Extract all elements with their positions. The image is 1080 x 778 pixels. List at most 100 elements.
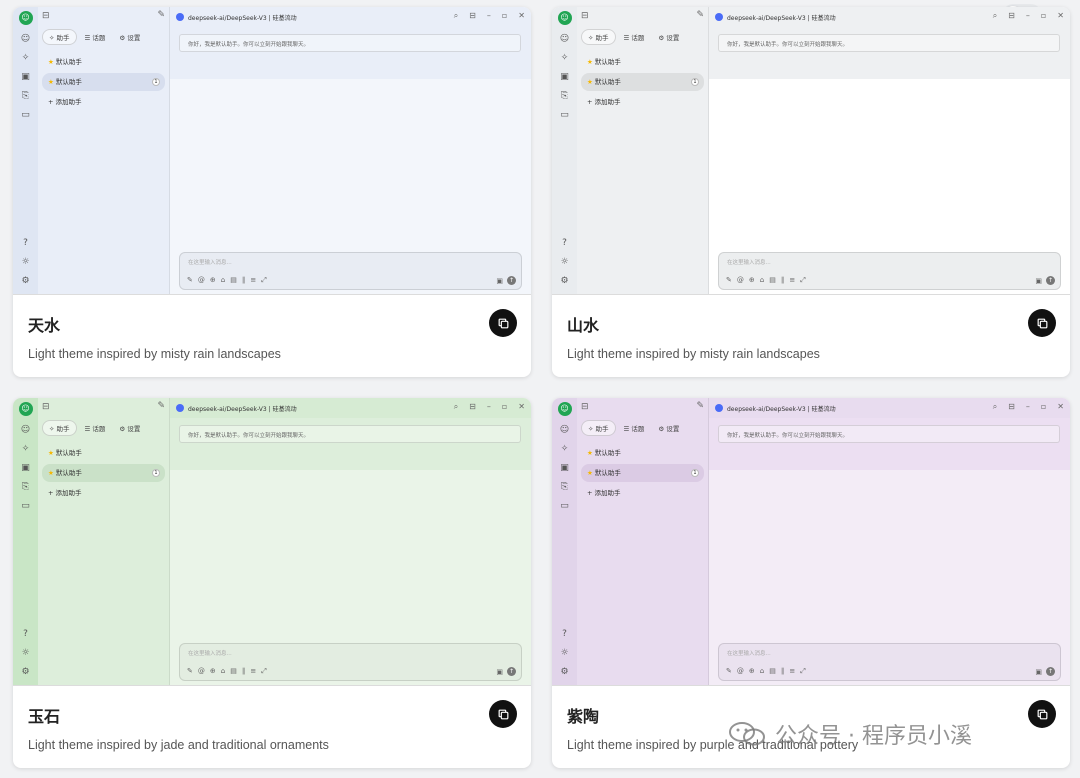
globe-icon[interactable]: ⊕ xyxy=(210,276,221,284)
translate-icon[interactable]: ⎘ xyxy=(13,87,38,106)
mock-tab[interactable]: ✧ 助手 xyxy=(581,420,616,436)
at-icon[interactable]: @ xyxy=(198,276,210,284)
maximize-icon[interactable]: ▫ xyxy=(1041,402,1046,412)
minimize-icon[interactable]: – xyxy=(487,402,491,412)
sparkle-icon[interactable]: ✧ xyxy=(13,440,38,459)
copy-theme-button[interactable] xyxy=(1028,700,1056,728)
copy-theme-button[interactable] xyxy=(489,309,517,337)
send-button[interactable]: ↑ xyxy=(1046,667,1055,676)
assistant-item-selected[interactable]: ★ 默认助手 1 xyxy=(581,464,704,482)
search-icon[interactable]: ⌕ xyxy=(993,402,997,412)
file-icon[interactable]: ▤ xyxy=(230,667,242,675)
mock-tab[interactable]: ☰ 话题 xyxy=(79,30,112,44)
image-upload-icon[interactable]: ▣ xyxy=(1035,277,1042,285)
minimize-icon[interactable]: – xyxy=(487,11,491,21)
copy-theme-button[interactable] xyxy=(1028,309,1056,337)
send-button[interactable]: ↑ xyxy=(507,276,516,285)
message-input[interactable]: 在这里输入消息... ✎@⊕⌂▤∥≡⤢ ▣ ↑ xyxy=(179,252,522,290)
edit-icon[interactable]: ✎ xyxy=(157,10,165,20)
globe-icon[interactable]: ⊕ xyxy=(749,667,760,675)
knowledge-icon[interactable]: ⌂ xyxy=(221,276,230,284)
file-icon[interactable]: ▤ xyxy=(769,276,781,284)
assistant-item[interactable]: ★ 默认助手 xyxy=(581,444,704,462)
add-assistant-button[interactable]: + 添加助手 xyxy=(42,93,165,111)
chat-icon[interactable]: ☺ xyxy=(13,421,38,440)
list-icon[interactable]: ≡ xyxy=(250,276,261,284)
image-upload-icon[interactable]: ▣ xyxy=(496,668,503,676)
image-icon[interactable]: ▣ xyxy=(552,68,577,87)
settings-icon[interactable]: ⚙ xyxy=(552,272,577,291)
maximize-icon[interactable]: ▫ xyxy=(502,402,507,412)
assistant-item[interactable]: ★ 默认助手 xyxy=(581,53,704,71)
file-icon[interactable]: ▤ xyxy=(769,667,781,675)
assistant-item[interactable]: ★ 默认助手 xyxy=(42,53,165,71)
layout-icon[interactable]: ⊟ xyxy=(469,402,476,412)
translate-icon[interactable]: ⎘ xyxy=(552,478,577,497)
file-icon[interactable]: ▤ xyxy=(230,276,242,284)
knowledge-icon[interactable]: ⌂ xyxy=(760,276,769,284)
message-input[interactable]: 在这里输入消息... ✎@⊕⌂▤∥≡⤢ ▣ ↑ xyxy=(718,643,1061,681)
add-assistant-button[interactable]: + 添加助手 xyxy=(581,93,704,111)
model-title[interactable]: deepseek-ai/DeepSeek-V3 | 硅基流动 xyxy=(188,13,297,22)
edit-icon[interactable]: ✎ xyxy=(157,401,165,411)
mock-tab[interactable]: ☰ 话题 xyxy=(618,30,651,44)
expand-icon[interactable]: ⤢ xyxy=(261,667,272,675)
edit-icon[interactable]: ✎ xyxy=(726,276,737,284)
mock-tab[interactable]: ✧ 助手 xyxy=(42,29,77,45)
settings-icon[interactable]: ⚙ xyxy=(552,663,577,682)
list-icon[interactable]: ≡ xyxy=(250,667,261,675)
mock-tab[interactable]: ⚙ 设置 xyxy=(652,421,685,435)
message-input[interactable]: 在这里输入消息... ✎@⊕⌂▤∥≡⤢ ▣ ↑ xyxy=(718,252,1061,290)
at-icon[interactable]: @ xyxy=(737,667,749,675)
edit-icon[interactable]: ✎ xyxy=(187,276,198,284)
close-icon[interactable]: ✕ xyxy=(518,402,525,412)
translate-icon[interactable]: ⎘ xyxy=(13,478,38,497)
search-icon[interactable]: ⌕ xyxy=(993,11,997,21)
help-icon[interactable]: ? xyxy=(552,625,577,644)
minimize-icon[interactable]: – xyxy=(1026,402,1030,412)
knowledge-icon[interactable]: ⌂ xyxy=(760,667,769,675)
mock-tab[interactable]: ✧ 助手 xyxy=(42,420,77,436)
help-icon[interactable]: ? xyxy=(13,625,38,644)
folder-icon[interactable]: ▭ xyxy=(13,497,38,516)
minimize-icon[interactable]: – xyxy=(1026,11,1030,21)
close-icon[interactable]: ✕ xyxy=(1057,402,1064,412)
close-icon[interactable]: ✕ xyxy=(518,11,525,21)
mock-tab[interactable]: ☰ 话题 xyxy=(618,421,651,435)
expand-icon[interactable]: ⤢ xyxy=(800,276,811,284)
edit-icon[interactable]: ✎ xyxy=(696,401,704,411)
sidebar-toggle-icon[interactable]: ⊟ xyxy=(42,402,50,412)
assistant-item-selected[interactable]: ★ 默认助手 1 xyxy=(581,73,704,91)
settings-icon[interactable]: ⚙ xyxy=(13,272,38,291)
layout-icon[interactable]: ⊟ xyxy=(1008,402,1015,412)
sun-icon[interactable]: ☼ xyxy=(552,253,577,272)
copy-theme-button[interactable] xyxy=(489,700,517,728)
folder-icon[interactable]: ▭ xyxy=(13,106,38,125)
list-icon[interactable]: ≡ xyxy=(789,667,800,675)
maximize-icon[interactable]: ▫ xyxy=(1041,11,1046,21)
mock-tab[interactable]: ✧ 助手 xyxy=(581,29,616,45)
settings-icon[interactable]: ⚙ xyxy=(13,663,38,682)
chat-icon[interactable]: ☺ xyxy=(552,30,577,49)
sparkle-icon[interactable]: ✧ xyxy=(552,49,577,68)
folder-icon[interactable]: ▭ xyxy=(552,497,577,516)
edit-icon[interactable]: ✎ xyxy=(696,10,704,20)
at-icon[interactable]: @ xyxy=(737,276,749,284)
image-upload-icon[interactable]: ▣ xyxy=(496,277,503,285)
mock-tab[interactable]: ⚙ 设置 xyxy=(113,30,146,44)
sidebar-toggle-icon[interactable]: ⊟ xyxy=(581,402,589,412)
globe-icon[interactable]: ⊕ xyxy=(749,276,760,284)
layout-icon[interactable]: ⊟ xyxy=(469,11,476,21)
mock-tab[interactable]: ⚙ 设置 xyxy=(113,421,146,435)
search-icon[interactable]: ⌕ xyxy=(454,402,458,412)
help-icon[interactable]: ? xyxy=(552,234,577,253)
layout-icon[interactable]: ⊟ xyxy=(1008,11,1015,21)
knowledge-icon[interactable]: ⌂ xyxy=(221,667,230,675)
search-icon[interactable]: ⌕ xyxy=(454,11,458,21)
model-title[interactable]: deepseek-ai/DeepSeek-V3 | 硅基流动 xyxy=(727,13,836,22)
sidebar-toggle-icon[interactable]: ⊟ xyxy=(42,11,50,21)
globe-icon[interactable]: ⊕ xyxy=(210,667,221,675)
chat-icon[interactable]: ☺ xyxy=(13,30,38,49)
at-icon[interactable]: @ xyxy=(198,667,210,675)
sun-icon[interactable]: ☼ xyxy=(552,644,577,663)
